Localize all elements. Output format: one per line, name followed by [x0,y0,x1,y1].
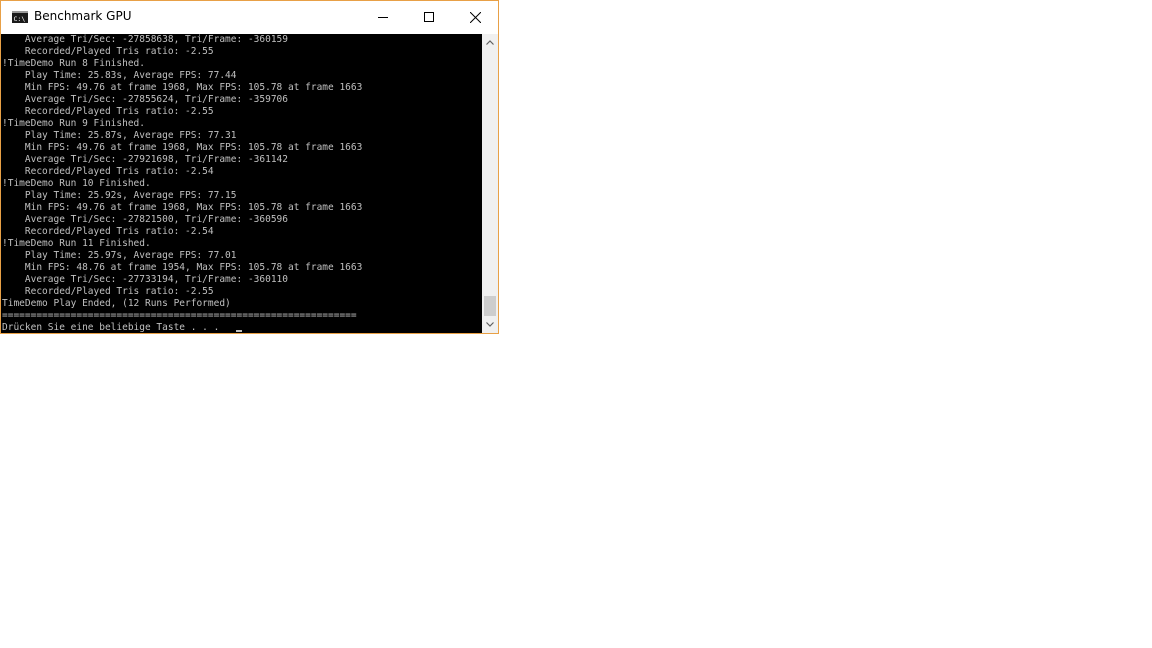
close-button[interactable] [452,1,498,33]
minimize-button[interactable] [360,1,406,33]
title-bar[interactable]: C:\ Benchmark GPU [1,1,498,33]
maximize-icon [424,12,434,22]
window-title: Benchmark GPU [34,9,132,23]
console-line: Play Time: 25.87s, Average FPS: 77.31 [2,130,237,141]
console-line: Min FPS: 49.76 at frame 1968, Max FPS: 1… [2,142,363,153]
console-line: ========================================… [2,310,357,321]
svg-text:C:\: C:\ [14,15,26,23]
scroll-down-button[interactable] [482,316,498,333]
console-line: TimeDemo Play Ended, (12 Runs Performed) [2,298,231,309]
console-line: !TimeDemo Run 11 Finished. [2,238,151,249]
close-icon [469,11,481,23]
console-line: Recorded/Played Tris ratio: -2.54 [2,166,214,177]
maximize-button[interactable] [406,1,452,33]
console-line: Average Tri/Sec: -27733194, Tri/Frame: -… [2,274,288,285]
console-line: Recorded/Played Tris ratio: -2.55 [2,46,214,57]
console-line: Average Tri/Sec: -27855624, Tri/Frame: -… [2,94,288,105]
console-line: !TimeDemo Run 10 Finished. [2,178,151,189]
scroll-down-arrow-icon [486,322,494,327]
console-window: C:\ Benchmark GPU Average Tri/Sec: -2785… [0,0,499,334]
console-line: Play Time: 25.92s, Average FPS: 77.15 [2,190,237,201]
vertical-scrollbar[interactable] [482,34,498,333]
console-line: !TimeDemo Run 8 Finished. [2,58,145,69]
console-line: Min FPS: 49.76 at frame 1968, Max FPS: 1… [2,202,363,213]
text-cursor [236,330,242,332]
console-line: Min FPS: 48.76 at frame 1954, Max FPS: 1… [2,262,363,273]
console-output[interactable]: Average Tri/Sec: -27858638, Tri/Frame: -… [1,34,482,333]
console-line: Min FPS: 49.76 at frame 1968, Max FPS: 1… [2,82,363,93]
scrollbar-thumb[interactable] [484,296,496,316]
scroll-up-arrow-icon [486,40,494,45]
scroll-up-button[interactable] [482,34,498,51]
console-line: Average Tri/Sec: -27921698, Tri/Frame: -… [2,154,288,165]
console-line: Play Time: 25.83s, Average FPS: 77.44 [2,70,237,81]
console-line: Average Tri/Sec: -27821500, Tri/Frame: -… [2,214,288,225]
cmd-icon: C:\ [12,11,28,23]
console-line: Recorded/Played Tris ratio: -2.54 [2,226,214,237]
console-line: Play Time: 25.97s, Average FPS: 77.01 [2,250,237,261]
console-line: Average Tri/Sec: -27858638, Tri/Frame: -… [2,34,288,45]
console-line: Recorded/Played Tris ratio: -2.55 [2,286,214,297]
console-line: Recorded/Played Tris ratio: -2.55 [2,106,214,117]
minimize-icon [378,17,388,18]
console-line: Drücken Sie eine beliebige Taste . . . [2,322,226,333]
console-line: !TimeDemo Run 9 Finished. [2,118,145,129]
